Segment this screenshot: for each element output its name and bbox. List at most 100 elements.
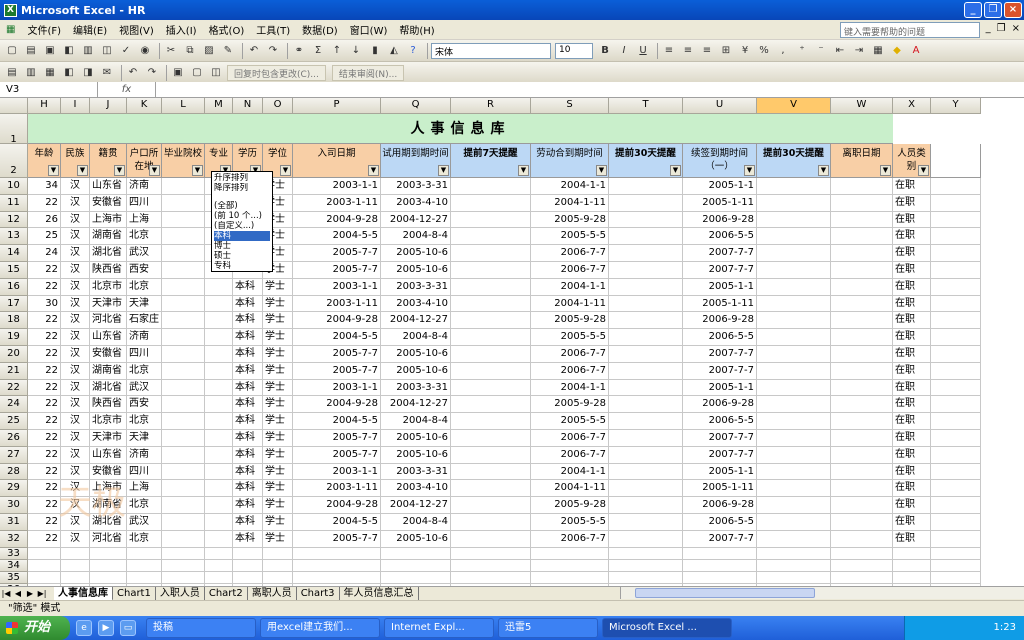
table-cell[interactable]	[451, 430, 531, 447]
table-cell[interactable]	[931, 379, 981, 397]
menu-item-7[interactable]: 窗口(W)	[344, 22, 394, 37]
table-cell[interactable]	[609, 278, 683, 296]
table-cell[interactable]	[127, 547, 162, 560]
table-cell[interactable]: 2004-8-4	[381, 514, 451, 531]
table-cell[interactable]	[61, 547, 90, 560]
table-cell[interactable]: 22	[28, 262, 61, 279]
table-cell[interactable]	[831, 571, 893, 584]
formula-input[interactable]	[156, 82, 1024, 98]
bold-button[interactable]: B	[597, 43, 613, 59]
table-cell[interactable]: 汉	[61, 396, 90, 414]
dropdown-option[interactable]: 降序排列	[214, 183, 270, 193]
scrollbar-thumb[interactable]	[635, 588, 815, 598]
column-header[interactable]: H	[28, 98, 61, 114]
table-cell[interactable]: 在职	[893, 245, 931, 262]
table-cell[interactable]: 上海市	[90, 211, 127, 229]
row-header[interactable]: 26	[0, 430, 28, 447]
column-header[interactable]: O	[263, 98, 293, 114]
table-cell[interactable]	[205, 413, 233, 430]
table-cell[interactable]: 24	[28, 245, 61, 262]
table-cell[interactable]	[451, 379, 531, 397]
table-cell[interactable]	[233, 571, 263, 584]
table-cell[interactable]	[205, 362, 233, 380]
table-cell[interactable]: 在职	[893, 346, 931, 363]
table-cell[interactable]: 2003-4-10	[381, 295, 451, 313]
table-cell[interactable]: 学士	[263, 346, 293, 363]
table-cell[interactable]: 22	[28, 480, 61, 498]
table-cell[interactable]: 2007-7-7	[683, 245, 757, 262]
table-cell[interactable]	[451, 559, 531, 572]
sheet-tab[interactable]: Chart1	[113, 586, 156, 601]
autofilter-dropdown-button[interactable]: ▼	[48, 165, 59, 176]
paste-icon[interactable]: ▨	[201, 43, 217, 59]
table-cell[interactable]	[831, 228, 893, 246]
hyperlink-icon[interactable]: ⚭	[291, 43, 307, 59]
table-cell[interactable]	[162, 514, 205, 531]
quicklaunch-ie-icon[interactable]: e	[76, 620, 92, 636]
doc-window-button-2[interactable]: ×	[1012, 23, 1020, 34]
table-cell[interactable]: 2006-7-7	[531, 245, 609, 262]
end-review-button[interactable]: 结束审阅(N)...	[331, 64, 405, 81]
table-cell[interactable]	[831, 480, 893, 498]
column-header[interactable]: K	[127, 98, 162, 114]
table-cell[interactable]	[831, 362, 893, 380]
dropdown-option[interactable]: 博士	[214, 241, 270, 251]
table-cell[interactable]: 26	[28, 211, 61, 229]
table-cell[interactable]	[931, 346, 981, 363]
table-cell[interactable]: 汉	[61, 295, 90, 313]
table-cell[interactable]: 四川	[127, 463, 162, 481]
table-cell[interactable]: 学士	[263, 463, 293, 481]
table-cell[interactable]: 济南	[127, 178, 162, 195]
table-cell[interactable]: 本科	[233, 413, 263, 430]
start-button[interactable]: 开始	[0, 616, 70, 640]
table-cell[interactable]: 2005-9-28	[531, 497, 609, 514]
table-cell[interactable]	[757, 329, 831, 346]
table-cell[interactable]: 2005-10-6	[381, 245, 451, 262]
table-cell[interactable]: 2005-7-7	[293, 446, 381, 464]
table-cell[interactable]	[451, 514, 531, 531]
table-cell[interactable]	[90, 547, 127, 560]
autofilter-dropdown-button[interactable]: ▼	[368, 165, 379, 176]
table-cell[interactable]	[831, 497, 893, 514]
autofilter-dropdown-button[interactable]: ▼	[596, 165, 607, 176]
table-cell[interactable]: 在职	[893, 446, 931, 464]
table-cell[interactable]	[831, 530, 893, 548]
autofilter-dropdown-button[interactable]: ▼	[918, 165, 929, 176]
table-cell[interactable]: 在职	[893, 463, 931, 481]
table-cell[interactable]: 2006-5-5	[683, 413, 757, 430]
table-cell[interactable]: 在职	[893, 530, 931, 548]
table-cell[interactable]: 2003-1-1	[293, 178, 381, 195]
table-cell[interactable]: 学士	[263, 379, 293, 397]
table-cell[interactable]	[931, 547, 981, 560]
taskbar-item[interactable]: 用excel建立我们...	[260, 618, 380, 638]
table-cell[interactable]	[90, 571, 127, 584]
table-cell[interactable]	[609, 178, 683, 195]
table-cell[interactable]	[683, 547, 757, 560]
table-cell[interactable]	[757, 278, 831, 296]
table-cell[interactable]	[28, 547, 61, 560]
table-cell[interactable]	[831, 396, 893, 414]
autofilter-dropdown-button[interactable]: ▼	[818, 165, 829, 176]
tab-scroll-button[interactable]: |◀	[0, 589, 12, 598]
table-cell[interactable]: 在职	[893, 194, 931, 212]
table-cell[interactable]	[609, 211, 683, 229]
table-cell[interactable]	[162, 178, 205, 195]
table-cell[interactable]	[831, 430, 893, 447]
table-cell[interactable]	[451, 211, 531, 229]
table-cell[interactable]: 本科	[233, 346, 263, 363]
table-cell[interactable]	[931, 278, 981, 296]
review-comment-icon[interactable]: ▢	[189, 65, 205, 81]
table-cell[interactable]	[451, 480, 531, 498]
table-cell[interactable]	[931, 480, 981, 498]
table-cell[interactable]: 在职	[893, 396, 931, 414]
tab-scroll-button[interactable]: ◀	[12, 589, 24, 598]
row-header[interactable]: 20	[0, 346, 28, 363]
sheet-tab[interactable]: 入职人员	[155, 586, 205, 601]
table-cell[interactable]: 2004-12-27	[381, 396, 451, 414]
table-cell[interactable]	[531, 571, 609, 584]
column-header[interactable]: L	[162, 98, 205, 114]
table-cell[interactable]: 学士	[263, 396, 293, 414]
column-header[interactable]: U	[683, 98, 757, 114]
table-cell[interactable]	[205, 547, 233, 560]
table-cell[interactable]: 北京	[127, 530, 162, 548]
